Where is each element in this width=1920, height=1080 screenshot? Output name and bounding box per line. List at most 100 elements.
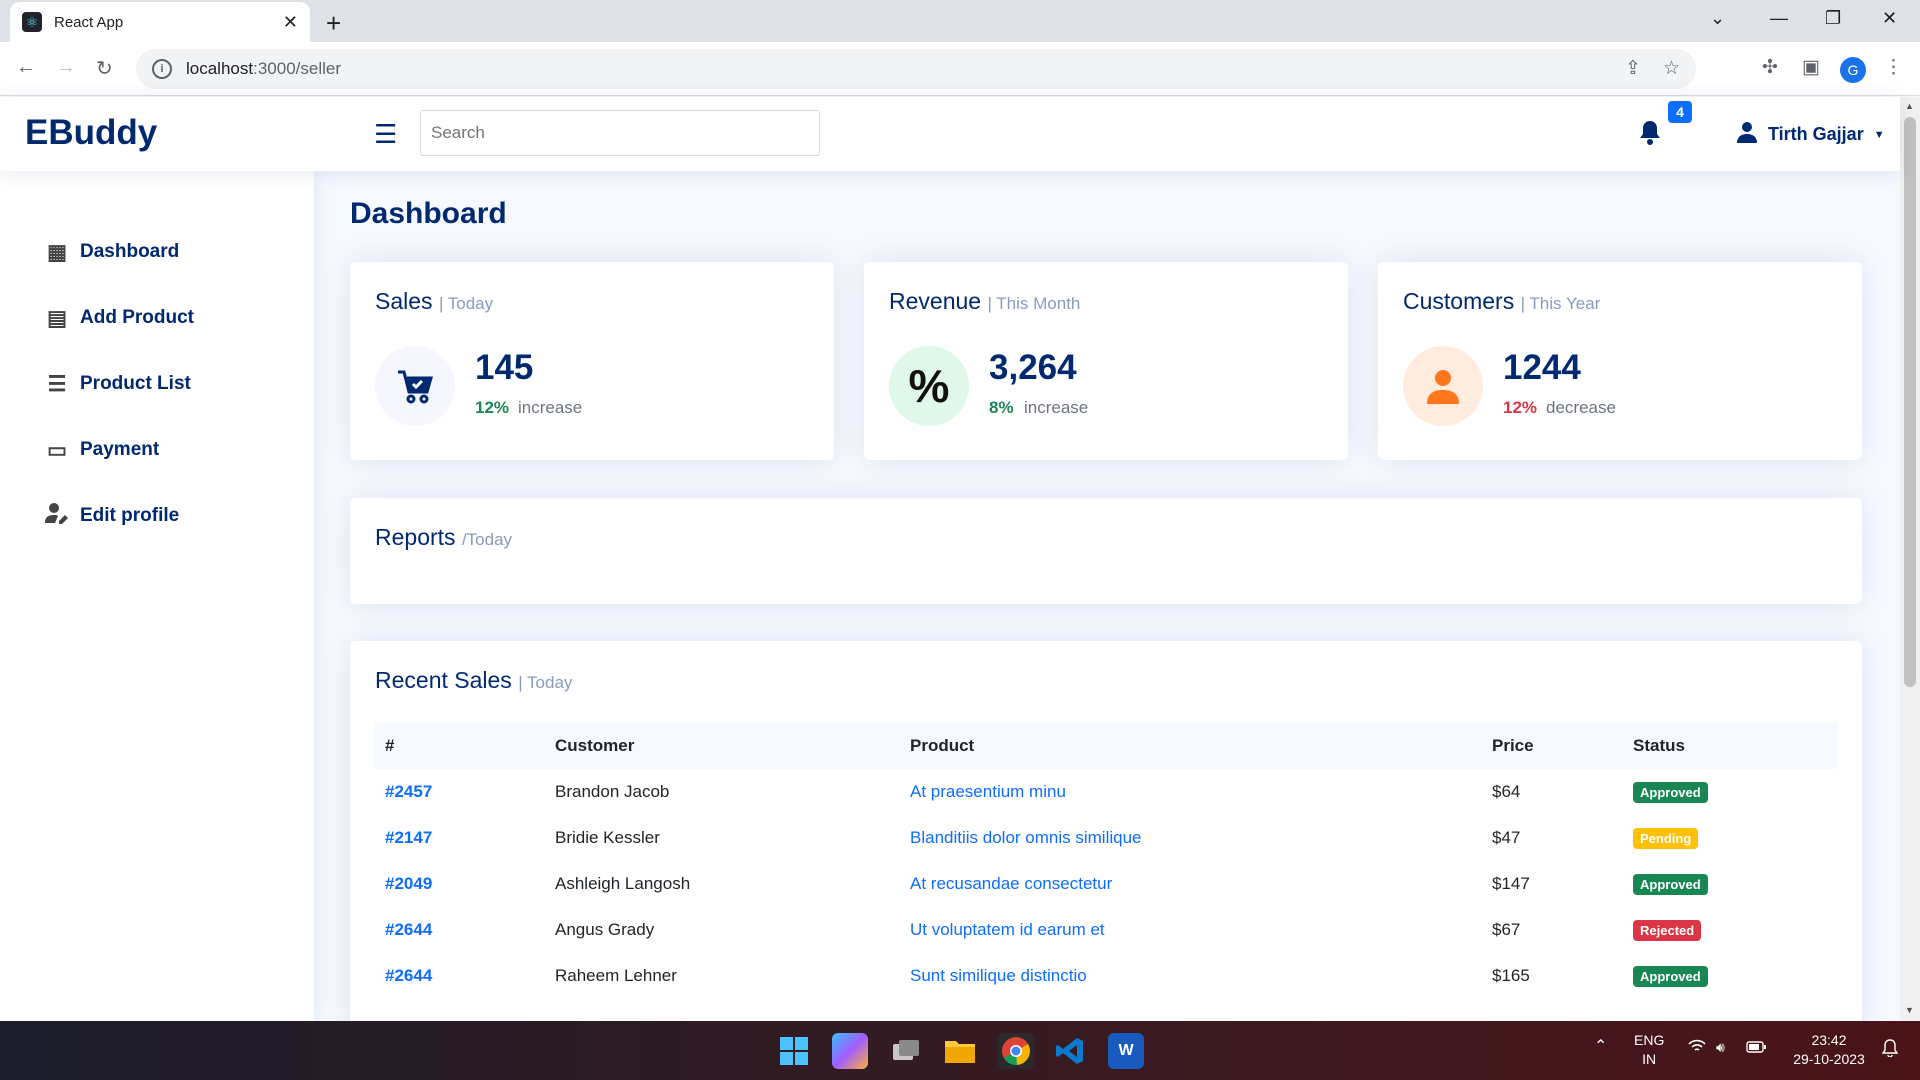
address-bar[interactable]: i localhost:3000/seller ⇪ ☆ <box>136 49 1696 89</box>
volume-icon[interactable]: 🔊︎ <box>1716 1038 1725 1057</box>
site-info-icon[interactable]: i <box>152 59 172 79</box>
notification-center-icon[interactable] <box>1881 1039 1899 1062</box>
scrollbar-thumb[interactable] <box>1904 117 1916 687</box>
bookmark-star-icon[interactable]: ☆ <box>1663 57 1680 80</box>
extensions-icon[interactable]: ✣ <box>1762 56 1778 79</box>
product-link[interactable]: Sunt similique distinctio <box>900 953 1482 999</box>
order-id-link[interactable]: #2644 <box>375 953 545 999</box>
windows-taskbar: W ⌃ ENG IN 🔊︎ 23:42 29-10-2023 <box>0 1021 1920 1080</box>
scroll-up-icon[interactable]: ▲ <box>1905 101 1914 111</box>
task-view-icon[interactable] <box>888 1033 924 1069</box>
forward-icon[interactable]: → <box>56 56 76 79</box>
profile-avatar[interactable]: G <box>1840 57 1866 83</box>
tab-search-icon[interactable]: ⌄ <box>1710 8 1725 29</box>
sidebar-item-add-product[interactable]: ▤ Add Product <box>0 285 314 351</box>
customers-card: Customers | This Year 1244 12% decrease <box>1378 262 1862 460</box>
file-explorer-icon[interactable] <box>942 1033 978 1069</box>
customer-name: Angus Grady <box>555 920 655 939</box>
column-header[interactable]: Product <box>900 723 1482 769</box>
battery-icon[interactable] <box>1746 1039 1766 1058</box>
order-id-link[interactable]: #2644 <box>375 907 545 953</box>
table-row: #2644 Angus Grady Ut voluptatem id earum… <box>375 907 1837 953</box>
card-title: Customers <box>1403 288 1515 314</box>
tab-title: React App <box>54 13 124 31</box>
restore-button[interactable]: ❐ <box>1825 8 1841 29</box>
sidebar-item-label: Payment <box>80 439 160 460</box>
side-panel-icon[interactable]: ▣ <box>1802 56 1820 79</box>
back-icon[interactable]: ← <box>16 56 36 79</box>
browser-tab[interactable]: ⚛ React App ✕ <box>10 2 310 42</box>
column-header[interactable]: Price <box>1482 723 1623 769</box>
stat-percent: 8% <box>989 398 1014 417</box>
percent-icon: % <box>889 346 969 426</box>
sidebar-item-label: Product List <box>80 373 191 394</box>
product-link[interactable]: Ut voluptatem id earum et <box>900 907 1482 953</box>
order-id-link[interactable]: #2147 <box>375 815 545 861</box>
hamburger-menu-icon[interactable]: ☰ <box>374 119 397 150</box>
stat-trend: increase <box>518 398 583 417</box>
status-badge: Rejected <box>1633 919 1702 941</box>
card-period: | This Year <box>1520 294 1601 313</box>
caret-down-icon: ▼ <box>1873 128 1885 141</box>
price: $165 <box>1492 966 1530 985</box>
sidebar-item-payment[interactable]: ▭ Payment <box>0 417 314 483</box>
card-period: | This Month <box>987 294 1081 313</box>
brand-logo[interactable]: EBuddy <box>25 113 157 153</box>
table-row: #2644 Raheem Lehner Sunt similique disti… <box>375 953 1837 999</box>
app-header: EBuddy ☰ 4 Tirth Gajjar ▼ <box>0 97 1900 171</box>
column-header[interactable]: Customer <box>545 723 900 769</box>
scroll-down-icon[interactable]: ▼ <box>1905 1005 1914 1015</box>
product-link[interactable]: At praesentium minu <box>900 769 1482 815</box>
close-tab-icon[interactable]: ✕ <box>283 12 298 33</box>
vscode-icon[interactable] <box>1052 1033 1088 1069</box>
language-indicator[interactable]: ENG IN <box>1634 1031 1664 1069</box>
order-id-link[interactable]: #2457 <box>375 769 545 815</box>
chrome-icon[interactable] <box>998 1033 1034 1069</box>
price: $67 <box>1492 920 1521 939</box>
wifi-icon[interactable] <box>1688 1039 1706 1058</box>
react-favicon-icon: ⚛ <box>22 12 42 32</box>
card-period: | Today <box>518 673 573 692</box>
customer-name: Ashleigh Langosh <box>555 874 691 893</box>
search-input[interactable] <box>420 110 820 156</box>
recent-sales-card: Recent Sales | Today # Customer Product … <box>350 641 1862 1041</box>
share-icon[interactable]: ⇪ <box>1625 57 1641 80</box>
status-badge: Approved <box>1633 781 1708 803</box>
windows-start-icon[interactable] <box>776 1033 812 1069</box>
sidebar-item-dashboard[interactable]: ▦ Dashboard <box>0 219 314 285</box>
sidebar-item-product-list[interactable]: ☰ Product List <box>0 351 314 417</box>
minimize-button[interactable]: — <box>1770 8 1788 29</box>
column-header[interactable]: Status <box>1623 723 1837 769</box>
bell-icon[interactable] <box>1638 119 1662 152</box>
page-title: Dashboard <box>350 197 507 230</box>
word-icon[interactable]: W <box>1108 1033 1144 1069</box>
clock[interactable]: 23:42 29-10-2023 <box>1784 1031 1874 1069</box>
show-hidden-icons[interactable]: ⌃ <box>1594 1037 1607 1056</box>
sidebar-item-edit-profile[interactable]: Edit profile <box>0 483 314 549</box>
page-scrollbar[interactable]: ▲ ▼ <box>1900 97 1920 1021</box>
window-close-button[interactable]: ✕ <box>1882 8 1897 29</box>
product-link[interactable]: Blanditiis dolor omnis similique <box>900 815 1482 861</box>
product-link[interactable]: At recusandae consectetur <box>900 861 1482 907</box>
column-header[interactable]: # <box>375 723 545 769</box>
sidebar-item-label: Edit profile <box>80 505 180 526</box>
status-badge: Approved <box>1633 965 1708 987</box>
sales-table: # Customer Product Price Status #2457 Br… <box>375 723 1837 999</box>
list-icon: ☰ <box>47 372 67 396</box>
user-menu[interactable]: Tirth Gajjar ▼ <box>1736 121 1885 148</box>
reload-icon[interactable]: ↻ <box>96 56 113 81</box>
card-title: Recent Sales <box>375 667 512 693</box>
status-badge: Pending <box>1633 827 1699 849</box>
url-text: localhost:3000/seller <box>186 59 341 78</box>
table-row: #2147 Bridie Kessler Blanditiis dolor om… <box>375 815 1837 861</box>
copilot-icon[interactable] <box>832 1033 868 1069</box>
order-id-link[interactable]: #2049 <box>375 861 545 907</box>
new-tab-button[interactable]: + <box>326 8 341 39</box>
customer-name: Bridie Kessler <box>555 828 660 847</box>
sidebar-item-label: Dashboard <box>80 241 180 262</box>
reports-card: Reports /Today <box>350 498 1862 604</box>
revenue-card: Revenue | This Month % 3,264 8% increase <box>864 262 1348 460</box>
chrome-menu-icon[interactable]: ⋮ <box>1884 56 1903 79</box>
user-edit-icon <box>44 502 70 530</box>
user-name: Tirth Gajjar <box>1768 124 1864 144</box>
